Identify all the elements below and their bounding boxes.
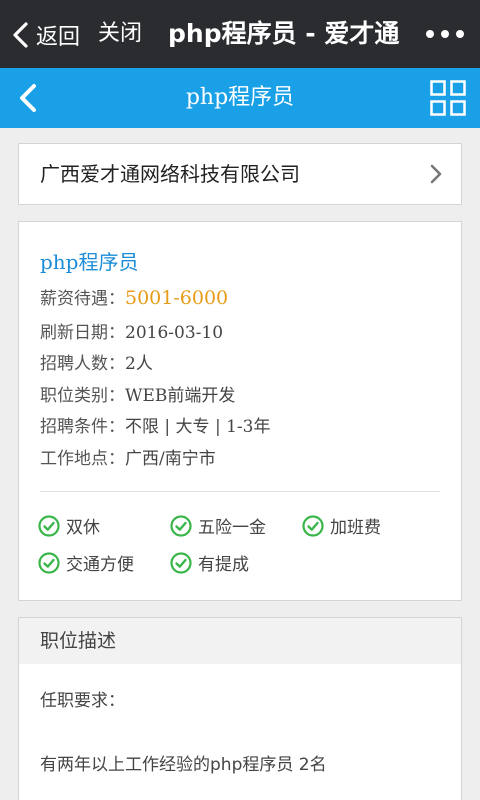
chevron-right-icon xyxy=(430,164,442,184)
check-circle-icon xyxy=(170,514,192,537)
detail-label: 薪资待遇： xyxy=(40,289,125,309)
detail-label: 刷新日期： xyxy=(40,323,125,343)
job-title: php程序员 xyxy=(40,250,139,274)
detail-value: WEB前端开发 xyxy=(125,386,236,406)
description-line: 有两年以上工作经验的php程序员 2名 xyxy=(40,755,327,775)
detail-label: 招聘人数： xyxy=(40,354,125,374)
job-info-card: php程序员 薪资待遇：5001-6000 刷新日期：2016-03-10 招聘… xyxy=(18,221,462,601)
benefit-label: 交通方便 xyxy=(66,555,134,575)
benefit-tag: 双休 xyxy=(38,513,100,538)
detail-row-headcount: 招聘人数：2人 xyxy=(40,349,153,374)
wechat-close-button[interactable]: 关闭 xyxy=(98,19,142,49)
benefit-label: 五险一金 xyxy=(198,518,266,538)
description-heading: 职位描述 xyxy=(40,630,117,652)
benefit-tag: 加班费 xyxy=(302,513,381,538)
description-header: 职位描述 xyxy=(19,618,461,664)
more-options-icon[interactable] xyxy=(424,26,466,42)
detail-label: 职位类别： xyxy=(40,386,125,406)
benefit-label: 有提成 xyxy=(198,555,249,575)
check-circle-icon xyxy=(302,514,324,537)
check-circle-icon xyxy=(170,551,192,574)
salary-value: 5001-6000 xyxy=(125,287,229,309)
grid-menu-icon[interactable] xyxy=(430,80,466,116)
back-arrow-icon xyxy=(13,22,28,48)
job-description-card: 职位描述 任职要求： 有两年以上工作经验的php程序员 2名 xyxy=(18,617,462,800)
detail-row-salary: 薪资待遇：5001-6000 xyxy=(40,284,228,309)
detail-value: 2人 xyxy=(125,354,153,374)
wechat-back-label: 返回 xyxy=(36,25,81,50)
detail-row-category: 职位类别：WEB前端开发 xyxy=(40,381,235,406)
description-line: 任职要求： xyxy=(40,691,125,711)
benefit-tag: 有提成 xyxy=(170,550,249,575)
detail-value: 不限 | 大专 | 1-3年 xyxy=(125,417,271,437)
company-name: 广西爱才通网络科技有限公司 xyxy=(40,162,300,186)
detail-row-requirements: 招聘条件：不限 | 大专 | 1-3年 xyxy=(40,412,270,437)
check-circle-icon xyxy=(38,514,60,537)
company-card[interactable]: 广西爱才通网络科技有限公司 xyxy=(18,143,462,205)
check-circle-icon xyxy=(38,551,60,574)
divider xyxy=(40,491,440,492)
detail-label: 工作地点： xyxy=(40,449,125,469)
benefit-label: 双休 xyxy=(66,518,100,538)
benefit-tag: 交通方便 xyxy=(38,550,134,575)
detail-value: 2016-03-10 xyxy=(125,323,224,343)
page-header: php程序员 xyxy=(0,68,480,128)
detail-value: 广西/南宁市 xyxy=(125,449,216,469)
benefit-label: 加班费 xyxy=(330,518,381,538)
wechat-top-bar: 返回 关闭 php程序员 - 爱才通 xyxy=(0,0,480,68)
wechat-back-button[interactable]: 返回 xyxy=(10,17,80,53)
detail-label: 招聘条件： xyxy=(40,417,125,437)
header-title: php程序员 xyxy=(185,85,295,110)
benefit-tag: 五险一金 xyxy=(170,513,266,538)
detail-row-refresh-date: 刷新日期：2016-03-10 xyxy=(40,318,223,343)
wechat-page-title: php程序员 - 爱才通 xyxy=(168,19,400,48)
detail-row-location: 工作地点：广西/南宁市 xyxy=(40,444,216,469)
